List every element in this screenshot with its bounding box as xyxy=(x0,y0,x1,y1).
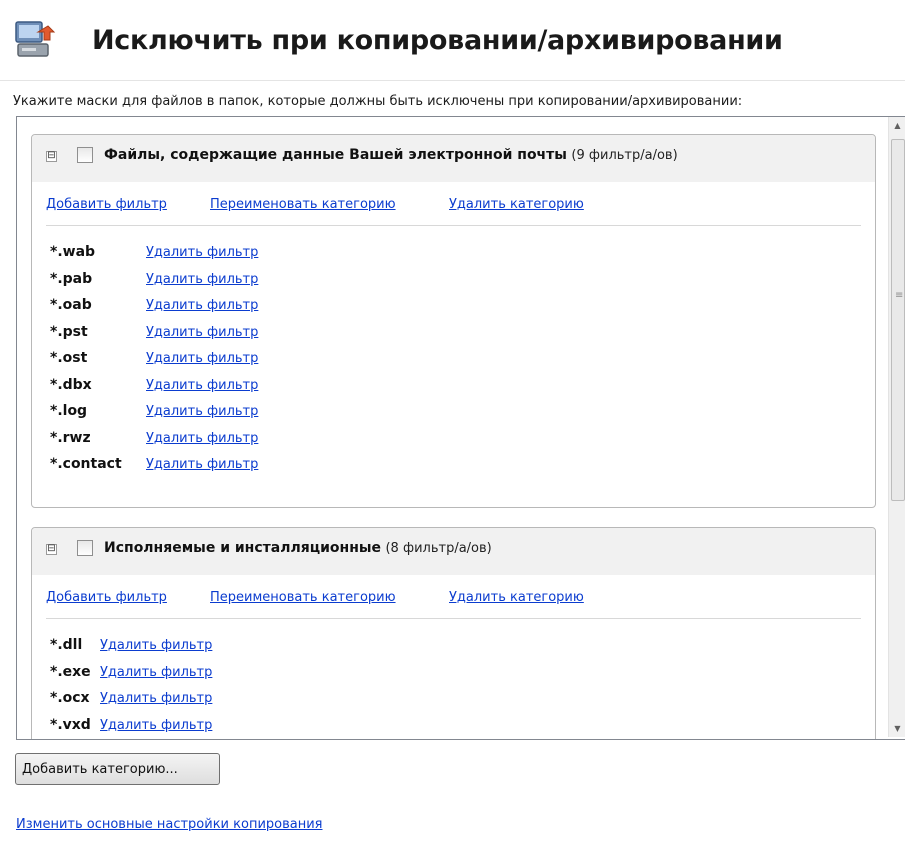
delete-filter-link[interactable]: Удалить фильтр xyxy=(100,691,212,706)
delete-filter-link[interactable]: Удалить фильтр xyxy=(146,245,258,260)
rename-category-link[interactable]: Переименовать категорию xyxy=(210,197,396,212)
category-count: (9 фильтр/а/ов) xyxy=(571,148,678,163)
filter-row: *.exe Удалить фильтр xyxy=(50,661,875,688)
filter-row: *.vxd Удалить фильтр xyxy=(50,714,875,740)
filter-row: *.pst Удалить фильтр xyxy=(50,321,875,348)
header-divider xyxy=(0,80,905,81)
filter-list: *.wab Удалить фильтр *.pab Удалить фильтр … xyxy=(32,226,875,488)
delete-filter-link[interactable]: Удалить фильтр xyxy=(146,378,258,393)
filter-row: *.ocx Удалить фильтр xyxy=(50,687,875,714)
filter-mask: *.ocx xyxy=(50,690,90,706)
scroll-down-icon[interactable]: ▼ xyxy=(889,720,905,737)
filter-list: *.dll Удалить фильтр *.exe Удалить фильтр … xyxy=(32,619,875,740)
scrollbar-thumb[interactable]: ≡ xyxy=(891,139,905,501)
filter-mask: *.wab xyxy=(50,244,96,260)
computer-backup-icon xyxy=(15,21,56,57)
vertical-scrollbar[interactable]: ▲ ≡ ▼ xyxy=(888,117,905,737)
delete-filter-link[interactable]: Удалить фильтр xyxy=(146,457,258,472)
delete-category-link[interactable]: Удалить категорию xyxy=(449,590,584,605)
category-name: Файлы, содержащие данные Вашей электронн… xyxy=(104,147,567,163)
category-header: ⊟ Исполняемые и инсталляционные (8 фильт… xyxy=(32,528,875,575)
filter-row: *.log Удалить фильтр xyxy=(50,400,875,427)
category-panel: ⊟ Файлы, содержащие данные Вашей электро… xyxy=(31,134,876,508)
page-header: Исключить при копировании/архивировании xyxy=(0,0,905,80)
category-header: ⊟ Файлы, содержащие данные Вашей электро… xyxy=(32,135,875,182)
change-copy-settings-link[interactable]: Изменить основные настройки копирования xyxy=(16,817,323,832)
filter-mask: *.pab xyxy=(50,270,93,287)
category-actions: Добавить фильтр Переименовать категорию … xyxy=(46,182,861,226)
delete-filter-link[interactable]: Удалить фильтр xyxy=(146,431,258,446)
add-category-button[interactable]: Добавить категорию... xyxy=(15,753,220,785)
delete-filter-link[interactable]: Удалить фильтр xyxy=(146,351,258,366)
delete-filter-link[interactable]: Удалить фильтр xyxy=(100,665,212,680)
category-panel: ⊟ Исполняемые и инсталляционные (8 фильт… xyxy=(31,527,876,740)
collapse-icon[interactable]: ⊟ xyxy=(46,151,57,162)
filter-mask: *.contact xyxy=(50,456,122,472)
filter-mask: *.pst xyxy=(50,323,88,340)
grip-icon: ≡ xyxy=(895,290,904,301)
category-actions: Добавить фильтр Переименовать категорию … xyxy=(46,575,861,619)
category-checkbox[interactable] xyxy=(77,540,93,556)
collapse-icon[interactable]: ⊟ xyxy=(46,544,57,555)
add-filter-link[interactable]: Добавить фильтр xyxy=(46,590,167,605)
delete-filter-link[interactable]: Удалить фильтр xyxy=(146,325,258,340)
filter-mask: *.log xyxy=(50,403,88,419)
filter-row: *.pab Удалить фильтр xyxy=(50,268,875,295)
filter-row: *.ost Удалить фильтр xyxy=(50,347,875,374)
category-title: Файлы, содержащие данные Вашей электронн… xyxy=(104,147,678,163)
category-title: Исполняемые и инсталляционные (8 фильтр/… xyxy=(104,540,492,556)
filter-row: *.wab Удалить фильтр xyxy=(50,241,875,268)
delete-filter-link[interactable]: Удалить фильтр xyxy=(100,718,212,733)
exclusion-list[interactable]: ⊟ Файлы, содержащие данные Вашей электро… xyxy=(16,116,905,740)
rename-category-link[interactable]: Переименовать категорию xyxy=(210,590,396,605)
filter-row: *.dbx Удалить фильтр xyxy=(50,374,875,401)
filter-mask: *.ost xyxy=(50,350,88,366)
category-count: (8 фильтр/а/ов) xyxy=(385,541,492,556)
delete-filter-link[interactable]: Удалить фильтр xyxy=(146,272,258,287)
add-filter-link[interactable]: Добавить фильтр xyxy=(46,197,167,212)
instructions-text: Укажите маски для файлов в папок, которы… xyxy=(13,94,743,109)
filter-mask: *.rwz xyxy=(50,429,91,446)
category-checkbox[interactable] xyxy=(77,147,93,163)
filter-mask: *.oab xyxy=(50,297,92,313)
page-title: Исключить при копировании/архивировании xyxy=(92,25,783,56)
delete-filter-link[interactable]: Удалить фильтр xyxy=(146,298,258,313)
filter-row: *.oab Удалить фильтр xyxy=(50,294,875,321)
filter-row: *.rwz Удалить фильтр xyxy=(50,427,875,454)
filter-row: *.contact Удалить фильтр xyxy=(50,453,875,480)
category-name: Исполняемые и инсталляционные xyxy=(104,540,382,556)
filter-mask: *.vxd xyxy=(50,716,91,733)
scroll-up-icon[interactable]: ▲ xyxy=(889,117,905,134)
delete-filter-link[interactable]: Удалить фильтр xyxy=(146,404,258,419)
delete-filter-link[interactable]: Удалить фильтр xyxy=(100,638,212,653)
delete-category-link[interactable]: Удалить категорию xyxy=(449,197,584,212)
filter-mask: *.exe xyxy=(50,663,91,680)
filter-mask: *.dll xyxy=(50,637,83,653)
filter-row: *.dll Удалить фильтр xyxy=(50,634,875,661)
filter-mask: *.dbx xyxy=(50,376,92,393)
